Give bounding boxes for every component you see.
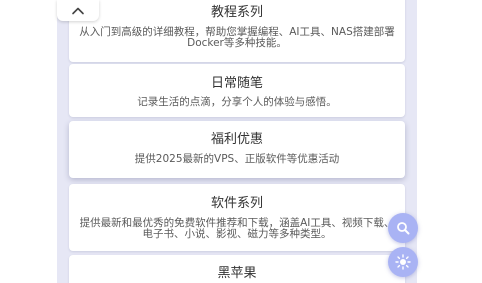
category-title: 福利优惠 — [210, 132, 263, 147]
category-description: 提供最新和最优秀的免费软件推荐和下载，涵盖AI工具、视频下载、电子书、小说、影视… — [79, 217, 395, 240]
category-description: 提供2025最新的VPS、正版软件等优惠活动 — [134, 153, 340, 165]
category-description: 记录生活的点滴，分享个人的体验与感悟。 — [137, 96, 337, 108]
category-description: 从入门到高级的详细教程，帮助您掌握编程、AI工具、NAS搭建部署Docker等多… — [79, 26, 395, 49]
category-card-hackintosh[interactable]: 黑苹果 — [69, 255, 405, 283]
category-column: 教程系列 从入门到高级的详细教程，帮助您掌握编程、AI工具、NAS搭建部署Doc… — [57, 0, 417, 283]
search-button[interactable] — [388, 213, 418, 243]
category-card-tutorials[interactable]: 教程系列 从入门到高级的详细教程，帮助您掌握编程、AI工具、NAS搭建部署Doc… — [69, 0, 405, 62]
category-card-daily-notes[interactable]: 日常随笔 记录生活的点滴，分享个人的体验与感悟。 — [69, 64, 405, 117]
left-margin — [0, 0, 57, 283]
category-title: 黑苹果 — [217, 266, 257, 281]
search-icon — [397, 222, 410, 235]
category-card-software[interactable]: 软件系列 提供最新和最优秀的免费软件推荐和下载，涵盖AI工具、视频下载、电子书、… — [69, 184, 405, 251]
theme-toggle-button[interactable] — [388, 247, 418, 277]
collapse-button[interactable] — [57, 0, 99, 21]
category-title: 软件系列 — [210, 196, 263, 211]
chevron-up-icon — [72, 7, 84, 15]
right-margin — [417, 0, 482, 283]
category-title: 日常随笔 — [210, 76, 263, 91]
page: 教程系列 从入门到高级的详细教程，帮助您掌握编程、AI工具、NAS搭建部署Doc… — [0, 0, 482, 283]
category-card-deals[interactable]: 福利优惠 提供2025最新的VPS、正版软件等优惠活动 — [69, 121, 405, 178]
category-title: 教程系列 — [210, 5, 263, 20]
sun-icon — [395, 254, 411, 270]
